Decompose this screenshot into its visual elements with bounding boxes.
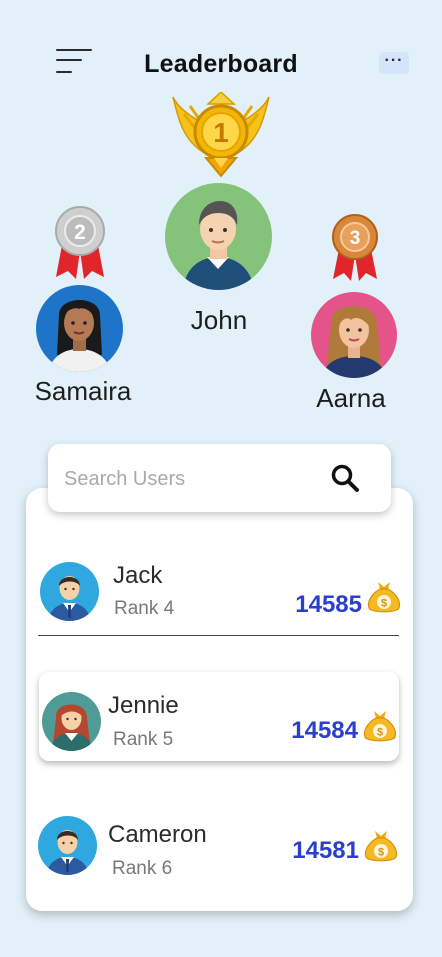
second-place-number: 2 bbox=[74, 221, 86, 244]
search-bar[interactable] bbox=[48, 444, 391, 512]
svg-text:$: $ bbox=[377, 727, 383, 739]
money-bag-icon: $ bbox=[367, 582, 401, 613]
gold-trophy-icon: 1 bbox=[172, 92, 270, 178]
user-name: Cameron bbox=[108, 821, 207, 848]
page-title: Leaderboard bbox=[144, 50, 298, 78]
podium-avatar-samaira[interactable] bbox=[36, 285, 123, 372]
money-bag-icon: $ bbox=[363, 711, 397, 742]
user-score: 14585 bbox=[295, 591, 362, 618]
user-score: 14581 bbox=[292, 837, 359, 864]
podium-name-third: Aarna bbox=[316, 383, 386, 413]
avatar bbox=[40, 562, 99, 621]
third-place-number: 3 bbox=[350, 228, 361, 249]
user-name: Jack bbox=[113, 562, 163, 589]
user-rank: Rank 5 bbox=[113, 729, 174, 750]
user-score: 14584 bbox=[291, 717, 358, 744]
podium-avatar-aarna[interactable] bbox=[311, 292, 397, 378]
first-place-number: 1 bbox=[213, 117, 229, 148]
list-divider bbox=[38, 635, 399, 636]
search-icon[interactable] bbox=[330, 463, 360, 493]
more-options-button[interactable]: ··· bbox=[379, 52, 409, 74]
user-rank: Rank 4 bbox=[114, 598, 175, 619]
avatar bbox=[38, 816, 97, 875]
svg-text:$: $ bbox=[381, 598, 387, 610]
money-bag-icon: $ bbox=[364, 831, 398, 862]
search-input[interactable] bbox=[64, 466, 314, 492]
podium-avatar-john[interactable] bbox=[165, 183, 272, 290]
silver-medal-icon: 2 bbox=[55, 206, 105, 279]
avatar bbox=[42, 692, 101, 751]
svg-text:$: $ bbox=[378, 847, 384, 859]
user-name: Jennie bbox=[108, 692, 179, 719]
user-rank: Rank 6 bbox=[112, 858, 173, 879]
podium-name-second: Samaira bbox=[34, 376, 132, 406]
bronze-medal-icon: 3 bbox=[332, 214, 378, 281]
podium-name-first: John bbox=[190, 305, 248, 335]
